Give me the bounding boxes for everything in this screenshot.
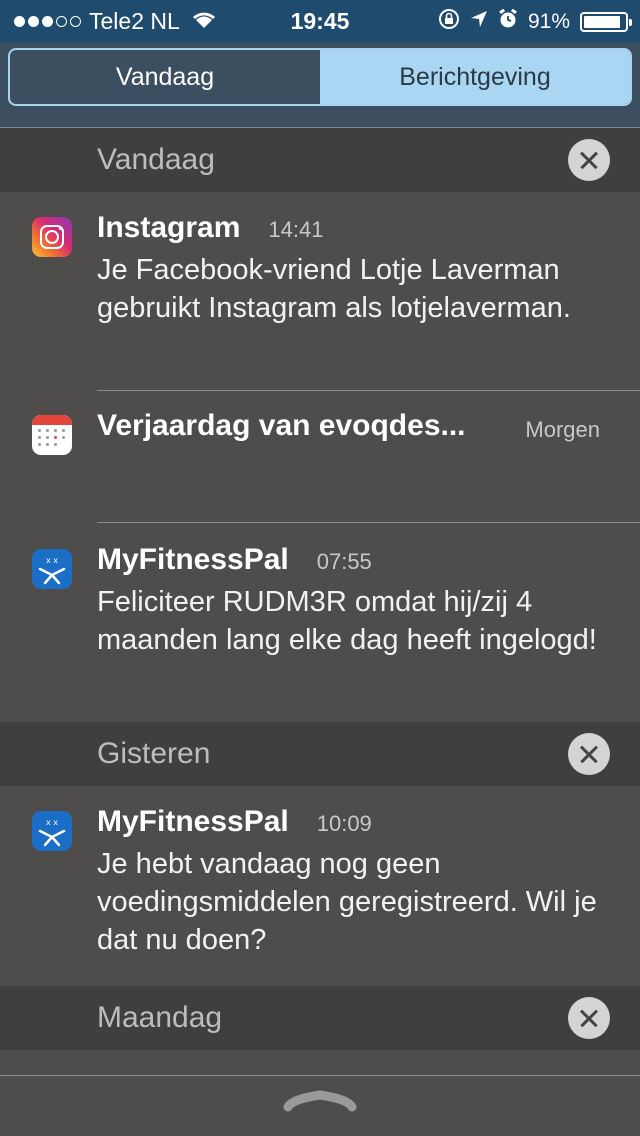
location-icon: [470, 10, 488, 34]
section-header-gisteren: Gisteren: [0, 722, 640, 786]
notification-app-name: Verjaardag van evoqdes...: [97, 409, 466, 442]
segmented-control: Vandaag Berichtgeving: [8, 48, 632, 106]
clear-section-button[interactable]: [568, 733, 610, 775]
status-right: 91%: [438, 8, 632, 36]
alarm-icon: [498, 8, 518, 35]
instagram-icon: [32, 217, 72, 257]
clear-section-button[interactable]: [568, 139, 610, 181]
section-title: Vandaag: [97, 143, 215, 176]
clear-section-button[interactable]: [568, 997, 610, 1039]
battery-icon: [580, 12, 632, 32]
section-title: Maandag: [97, 1001, 223, 1034]
notification-body: Je hebt vandaag nog geen voedingsmiddele…: [97, 848, 597, 956]
myfitnesspal-icon: x x: [32, 549, 72, 589]
grabber-handle[interactable]: [282, 1088, 358, 1119]
app-name: Instagram: [97, 211, 241, 244]
myfitnesspal-icon: x x: [32, 811, 72, 851]
chevron-up-icon: [283, 1090, 357, 1112]
section-header-vandaag: Vandaag: [0, 128, 640, 192]
notification-time: 14:41: [268, 217, 324, 242]
tab-berichtgeving[interactable]: Berichtgeving: [320, 50, 630, 104]
notification-divider: [97, 522, 640, 523]
notification-time: 10:09: [316, 811, 372, 836]
notification-app-name: MyFitnessPal 10:09: [97, 805, 372, 839]
rotation-lock-icon: [438, 8, 460, 36]
app-name: MyFitnessPal: [97, 543, 289, 576]
status-bar: Tele2 NL 19:45 91%: [0, 0, 640, 42]
bottom-divider: [0, 1075, 640, 1076]
notification-app-name: Instagram 14:41: [97, 211, 323, 245]
notification-body: Je Facebook-vriend Lotje Laverman gebrui…: [97, 254, 571, 324]
section-title: Gisteren: [97, 737, 211, 770]
tab-vandaag[interactable]: Vandaag: [10, 50, 320, 104]
app-name: MyFitnessPal: [97, 805, 289, 838]
notification-divider: [97, 390, 640, 391]
svg-text:x x: x x: [46, 556, 58, 565]
notification-center-header: Vandaag Berichtgeving: [0, 42, 640, 128]
svg-text:x x: x x: [46, 818, 58, 827]
notification-time: Morgen: [525, 417, 600, 442]
notification-app-name: MyFitnessPal 07:55: [97, 543, 372, 577]
notification-time: 07:55: [316, 549, 372, 574]
notification-body: Feliciteer RUDM3R omdat hij/zij 4 maande…: [97, 586, 597, 656]
battery-percentage: 91%: [527, 10, 570, 33]
calendar-icon: [32, 415, 72, 455]
section-header-maandag: Maandag: [0, 986, 640, 1050]
